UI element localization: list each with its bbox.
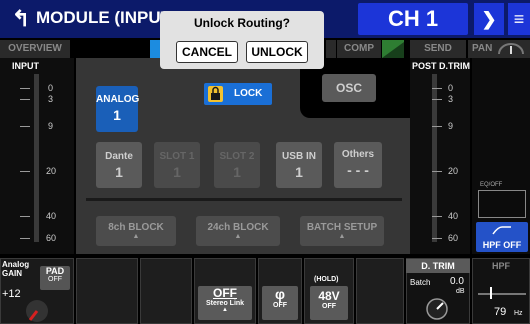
stereo-link-value: OFF bbox=[213, 286, 237, 300]
hpf-slider-handle[interactable] bbox=[490, 287, 492, 299]
bottom-slot-1 bbox=[76, 258, 138, 324]
d-trim-unit: dB bbox=[456, 288, 465, 295]
stereo-link-button[interactable]: OFF Stereo Link ▲ bbox=[198, 286, 252, 320]
divider bbox=[86, 198, 402, 201]
dialog-title: Unlock Routing? bbox=[194, 16, 290, 30]
stereo-link-label: Stereo Link bbox=[205, 300, 245, 307]
batch-setup-button[interactable]: BATCH SETUP ▲ bbox=[300, 216, 384, 246]
unlock-button[interactable]: UNLOCK bbox=[246, 41, 308, 63]
eq-graph[interactable] bbox=[478, 190, 526, 218]
page-title: MODULE (INPUT) bbox=[36, 8, 177, 27]
lock-icon bbox=[208, 86, 223, 102]
phantom-label: 48V bbox=[318, 289, 340, 303]
tab-comp[interactable]: COMP bbox=[337, 40, 381, 58]
batch-label: Batch bbox=[410, 278, 431, 287]
pad-state: OFF bbox=[48, 276, 62, 283]
tab-pan[interactable]: PAN bbox=[468, 40, 530, 58]
source-slot-2[interactable]: SLOT 21 bbox=[214, 142, 260, 188]
pad-button[interactable]: PAD OFF bbox=[40, 266, 70, 290]
phantom-state: OFF bbox=[322, 303, 336, 310]
analog-gain-value: +12 bbox=[2, 288, 21, 300]
24ch-block-button[interactable]: 24ch BLOCK ▲ bbox=[196, 216, 280, 246]
tab-overview[interactable]: OVERVIEW bbox=[0, 40, 70, 58]
hpf-curve-icon bbox=[492, 226, 511, 235]
hpf-label: HPF bbox=[492, 261, 510, 271]
phantom-48v-button[interactable]: 48V OFF bbox=[310, 286, 348, 320]
back-icon[interactable]: ↰ bbox=[6, 6, 36, 32]
pad-label: PAD bbox=[45, 266, 65, 276]
tab-pan-label: PAN bbox=[472, 43, 493, 54]
cancel-button[interactable]: CANCEL bbox=[176, 41, 238, 63]
tab-send[interactable]: SEND bbox=[410, 40, 466, 58]
pan-arc-icon bbox=[498, 43, 524, 55]
source-slot-1[interactable]: SLOT 11 bbox=[154, 142, 200, 188]
source-usb-in[interactable]: USB IN 1 bbox=[276, 142, 322, 188]
next-channel-icon[interactable]: ❯ bbox=[474, 3, 504, 35]
source-analog[interactable]: ANALOG 1 bbox=[96, 86, 139, 132]
input-meter-label: INPUT bbox=[12, 61, 39, 71]
hpf-off-label: HPF OFF bbox=[482, 240, 522, 250]
phase-state: OFF bbox=[273, 302, 287, 309]
eq-off-label: EQ/OFF bbox=[480, 182, 503, 188]
gain-knob-icon[interactable] bbox=[24, 298, 50, 324]
analog-gain-label: Analog GAIN bbox=[2, 260, 30, 278]
source-others[interactable]: Others - - - bbox=[334, 142, 382, 188]
post-meter-label: POST D.TRIM bbox=[412, 61, 470, 71]
phase-button[interactable]: φ OFF bbox=[262, 286, 298, 320]
hpf-off-button[interactable]: HPF OFF bbox=[476, 222, 528, 252]
d-trim-value: 0.0 bbox=[450, 276, 464, 287]
d-trim-label: D. TRIM bbox=[406, 259, 470, 273]
phase-icon: φ bbox=[274, 286, 285, 302]
hpf-unit: Hz bbox=[514, 310, 523, 317]
lock-button[interactable]: LOCK bbox=[204, 83, 272, 105]
hpf-slider[interactable] bbox=[478, 293, 526, 295]
osc-button[interactable]: OSC bbox=[322, 74, 376, 102]
bottom-slot-4 bbox=[356, 258, 404, 324]
tab-eq[interactable] bbox=[326, 40, 336, 58]
source-dante[interactable]: Dante 1 bbox=[96, 142, 142, 188]
phantom-hold-label: (HOLD) bbox=[314, 276, 339, 283]
hpf-value: 79 bbox=[494, 306, 507, 318]
8ch-block-button[interactable]: 8ch BLOCK ▲ bbox=[96, 216, 176, 246]
input-meter-bar bbox=[34, 74, 39, 242]
bottom-slot-2 bbox=[140, 258, 192, 324]
lock-label: LOCK bbox=[234, 88, 263, 99]
d-trim-knob-icon[interactable] bbox=[424, 296, 450, 322]
menu-icon[interactable]: ≡ bbox=[508, 3, 530, 35]
comp-graph-icon bbox=[382, 40, 404, 58]
channel-name-button[interactable]: CH 1 bbox=[358, 3, 468, 35]
